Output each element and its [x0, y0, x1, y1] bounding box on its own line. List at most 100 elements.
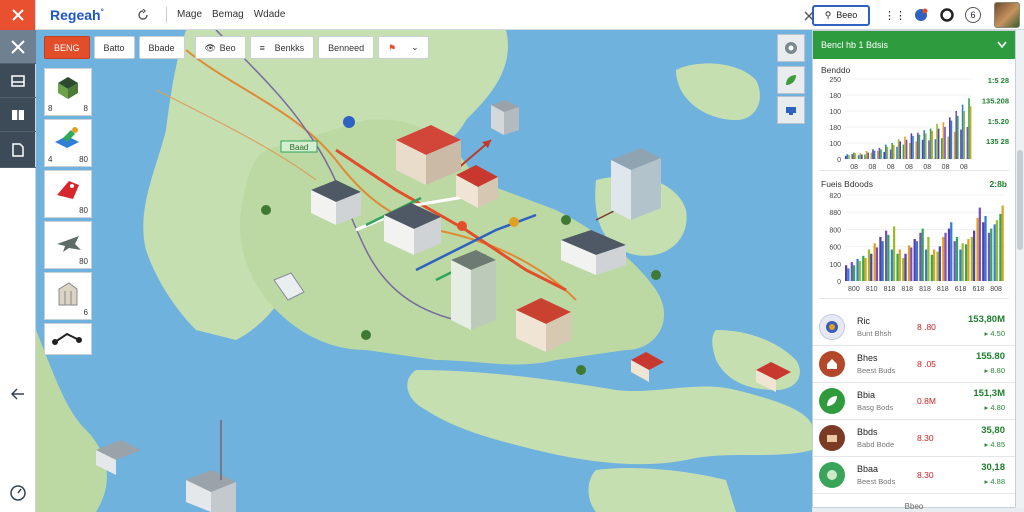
bar [959, 249, 962, 281]
bar [925, 133, 927, 159]
view-button[interactable] [777, 96, 805, 124]
book-button[interactable] [0, 98, 36, 132]
bar [886, 146, 889, 159]
bar [987, 232, 991, 281]
building-house-south[interactable] [631, 352, 664, 382]
palette-item-plane[interactable]: 80 [44, 221, 92, 269]
search-button[interactable]: ⚲ Beeo [812, 4, 870, 26]
show-more-link[interactable]: Bbeo [813, 502, 1015, 511]
bar [867, 249, 871, 281]
filter-chip-0[interactable]: BENG [44, 36, 90, 59]
bar [949, 117, 951, 159]
bar [963, 111, 965, 159]
status-button[interactable] [939, 7, 955, 23]
bar [957, 115, 959, 159]
back-button[interactable] [0, 384, 36, 404]
y-tick-label: 0 [837, 157, 841, 164]
x-tick-label: 618 [972, 286, 984, 293]
scrollbar[interactable] [1016, 30, 1024, 508]
city-southwest[interactable] [96, 420, 236, 512]
speed-button[interactable] [0, 482, 36, 504]
bar [995, 220, 999, 281]
bar [846, 154, 849, 159]
apps-button[interactable]: ⋮⋮ [884, 7, 906, 23]
bar [896, 146, 898, 159]
bar [917, 132, 919, 159]
bar [910, 247, 913, 281]
gear-icon [819, 314, 845, 340]
zoom-button[interactable] [777, 34, 805, 62]
panel-header[interactable]: Bencl hb 1 Bdsis [813, 31, 1015, 59]
nav-link-2[interactable]: Bemag [212, 9, 244, 20]
notifications-button[interactable] [913, 7, 929, 23]
filter-dropdown[interactable]: ⚑ ⌄ [378, 36, 429, 59]
screen-icon [786, 107, 796, 115]
building-tower[interactable] [451, 250, 496, 330]
bar [862, 255, 865, 281]
filter-chip-2[interactable]: Bbade [138, 36, 185, 59]
svg-text:Baad: Baad [290, 143, 309, 152]
layer-button[interactable] [777, 66, 805, 94]
close-icon [11, 9, 24, 21]
layers-button[interactable] [0, 64, 36, 98]
nav-link-3[interactable]: Wdade [254, 9, 286, 20]
refresh-button[interactable] [135, 7, 151, 23]
map-canvas[interactable]: Baad [36, 30, 812, 512]
map-pin-blue[interactable] [343, 116, 355, 128]
filter-chip-3[interactable]: 👁 Beo [194, 36, 246, 59]
bar [934, 139, 937, 159]
factory-icon [55, 127, 79, 148]
doc-button[interactable] [0, 132, 36, 168]
bar [891, 143, 893, 159]
grid-icon: ⋮⋮ [884, 9, 906, 22]
tools-button[interactable] [0, 30, 36, 64]
bar [881, 241, 884, 281]
y-tick-label: 0 [837, 279, 841, 286]
resource-list: Ric Bunt Bhsh 8 .80 153,80M ▸ 4.50 Bhes Bee… [813, 309, 1015, 494]
bar [885, 144, 887, 159]
filter-chip-5[interactable]: Benneed [318, 36, 375, 59]
avatar[interactable] [994, 2, 1020, 28]
bar [947, 136, 949, 159]
bar [918, 134, 921, 159]
series-value-label: 1:5.20 [988, 117, 1009, 126]
scrollbar-thumb[interactable] [1017, 150, 1023, 250]
palette-item-town-hall[interactable]: 88 [44, 68, 92, 116]
bar [859, 153, 861, 159]
x-tick-label: 08 [923, 164, 931, 171]
filter-chip-4[interactable]: ≡ Benkks [249, 36, 315, 59]
palette-item-route[interactable] [44, 323, 92, 355]
bar [947, 228, 951, 281]
y-tick-label: 100 [829, 141, 841, 148]
count-badge[interactable]: 6 [965, 7, 981, 23]
x-tick-label: 08 [942, 164, 950, 171]
close-rail-button[interactable] [0, 0, 35, 30]
map-pin-orange[interactable] [509, 217, 519, 227]
bar [910, 133, 913, 159]
list-item[interactable]: Bbds Babd Bode 8.30 35,80 ▸ 4.85 [813, 420, 1015, 457]
list-item[interactable]: Bbia Basg Bods 0.8M 151,3M ▸ 4.80 [813, 383, 1015, 420]
bar [941, 138, 943, 159]
document-icon [12, 142, 24, 157]
palette-item-warehouse[interactable]: 6 [44, 272, 92, 320]
map-pin-red[interactable] [457, 221, 467, 231]
palette-item-sale-tag[interactable]: 80 [44, 170, 92, 218]
bar [953, 131, 956, 159]
bar [915, 141, 917, 159]
palette-item-factory[interactable]: 4 80 [44, 119, 92, 167]
x-tick-label: 800 [848, 286, 860, 293]
nav-link-1[interactable]: Mage [177, 9, 202, 20]
building-tall-block[interactable] [491, 100, 519, 135]
x-tick-label: 08 [960, 164, 968, 171]
bar [921, 228, 924, 281]
filter-chip-1[interactable]: Batto [93, 36, 135, 59]
list-item[interactable]: Bhes Beest Buds 8 .05 155.80 ▸ 8.80 [813, 346, 1015, 383]
bar [883, 151, 885, 159]
list-item[interactable]: Ric Bunt Bhsh 8 .80 153,80M ▸ 4.50 [813, 309, 1015, 346]
list-item[interactable]: Bbaa Beest Bods 8.30 30,18 ▸ 4.88 [813, 457, 1015, 494]
x-tick-label: 618 [955, 286, 967, 293]
building-skyscraper[interactable] [611, 148, 661, 220]
series-value-label: 135 28 [986, 137, 1009, 146]
globe-icon [915, 8, 928, 21]
bar [875, 247, 879, 281]
